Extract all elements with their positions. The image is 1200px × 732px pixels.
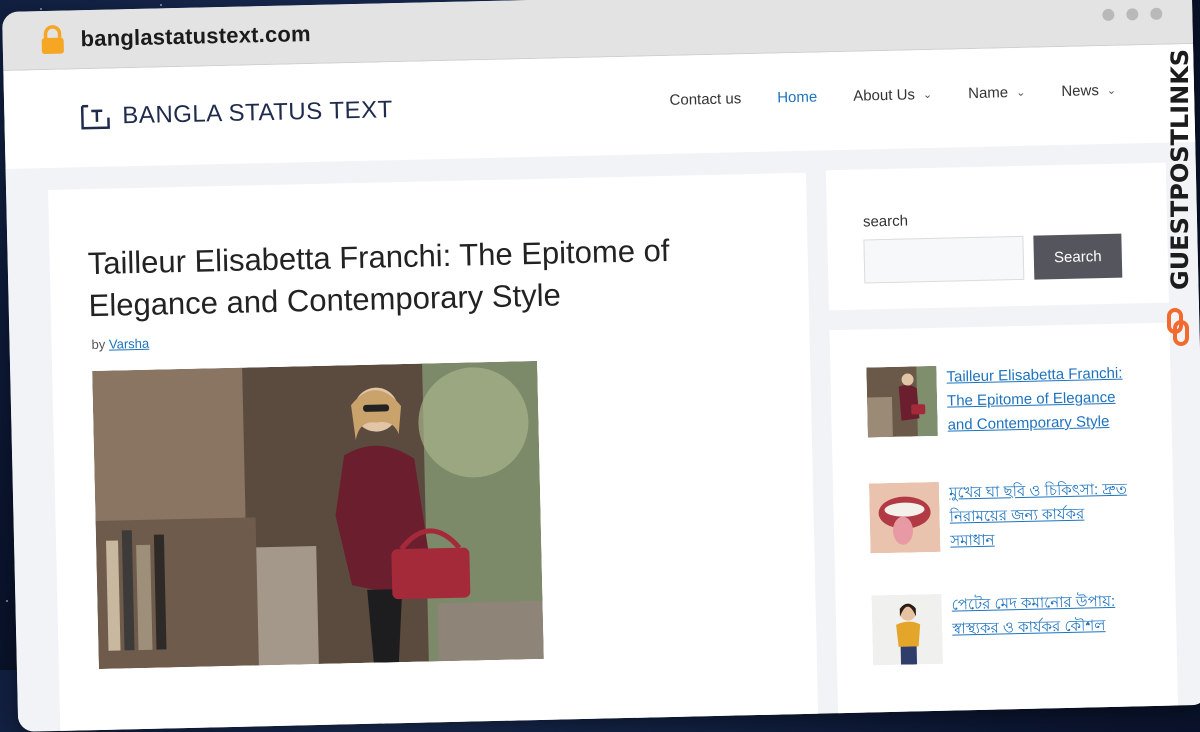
browser-window: banglastatustext.com BANGLA STATUS TEXT … (2, 0, 1200, 732)
window-dot-icon[interactable] (1126, 8, 1139, 21)
recent-post-link[interactable]: মুখের ঘা ছবি ও চিকিৎসা: দ্রুত নিরাময়ের … (949, 478, 1131, 554)
sidebar-recent-posts: Tailleur Elisabetta Franchi: The Epitome… (829, 322, 1179, 731)
list-item: পেটের মেদ কমানোর উপায়: স্বাস্থ্যকর ও কা… (871, 590, 1133, 666)
website-viewport: BANGLA STATUS TEXT Contact us Home About… (3, 43, 1200, 732)
svg-text:GUESTPOSTLINKS: GUESTPOSTLINKS (1166, 50, 1194, 290)
article-title: Tailleur Elisabetta Franchi: The Epitome… (87, 232, 670, 324)
chain-link-icon (1167, 308, 1189, 346)
article-hero-image (92, 360, 544, 669)
lock-icon (32, 19, 73, 60)
post-thumbnail[interactable] (868, 481, 941, 554)
sidebar-search-widget: search Search (825, 162, 1169, 311)
guestpostlinks-watermark: GUESTPOSTLINKS (1158, 49, 1198, 360)
logo-text: BANGLA STATUS TEXT (122, 96, 394, 130)
site-logo[interactable]: BANGLA STATUS TEXT (80, 96, 393, 131)
author-link[interactable]: Varsha (109, 336, 150, 352)
nav-label: News (1061, 82, 1100, 100)
logo-mark-icon (80, 104, 110, 130)
window-dot-icon[interactable] (1150, 7, 1163, 20)
window-dot-icon[interactable] (1102, 8, 1115, 22)
chevron-down-icon: ⌄ (1016, 86, 1026, 100)
nav-name[interactable]: Name ⌄ (968, 84, 1026, 102)
nav-news[interactable]: News ⌄ (1061, 82, 1116, 100)
byline-prefix: by (91, 336, 106, 353)
nav-about-us[interactable]: About Us ⌄ (853, 86, 933, 105)
post-thumbnail[interactable] (866, 365, 938, 438)
address-bar-url[interactable]: banglastatustext.com (80, 21, 311, 52)
chevron-down-icon: ⌄ (1106, 84, 1117, 97)
nav-label: About Us (853, 86, 916, 105)
recent-post-link[interactable]: পেটের মেদ কমানোর উপায়: স্বাস্থ্যকর ও কা… (951, 590, 1133, 664)
article-byline: by Varsha (91, 336, 149, 352)
article-card: Tailleur Elisabetta Franchi: The Epitome… (48, 172, 819, 732)
search-input[interactable] (863, 235, 1025, 284)
list-item: Tailleur Elisabetta Franchi: The Epitome… (866, 362, 1128, 440)
window-controls (1102, 7, 1163, 22)
search-label: search (862, 212, 909, 231)
nav-label: Contact us (669, 90, 742, 109)
search-button[interactable]: Search (1033, 233, 1123, 280)
nav-label: Home (777, 88, 818, 107)
nav-label: Name (967, 84, 1009, 103)
recent-post-link[interactable]: Tailleur Elisabetta Franchi: The Epitome… (946, 362, 1128, 438)
post-thumbnail[interactable] (871, 593, 944, 666)
nav-home[interactable]: Home (777, 89, 817, 107)
chevron-down-icon: ⌄ (922, 88, 933, 102)
nav-contact-us[interactable]: Contact us (669, 90, 741, 109)
main-nav: Contact us Home About Us ⌄ Name ⌄ News ⌄ (669, 82, 1116, 109)
list-item: মুখের ঘা ছবি ও চিকিৎসা: দ্রুত নিরাময়ের … (868, 478, 1131, 556)
